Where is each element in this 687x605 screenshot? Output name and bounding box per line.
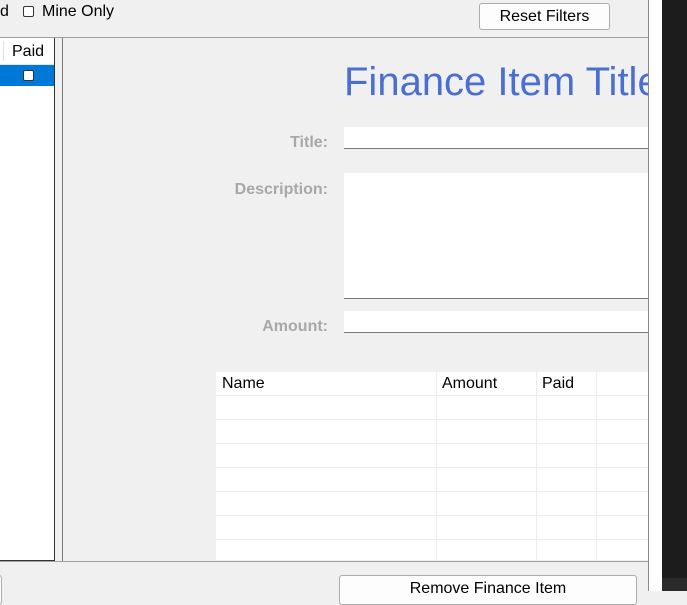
grid-col-divider bbox=[596, 372, 597, 560]
remove-finance-item-button[interactable]: Remove Finance Item bbox=[339, 575, 637, 605]
splitter-handle[interactable] bbox=[62, 38, 63, 561]
description-label: Description: bbox=[234, 181, 328, 198]
list-header: Paid bbox=[0, 38, 54, 65]
filter-label-partial: d bbox=[0, 3, 9, 20]
table-row[interactable] bbox=[216, 539, 648, 540]
finance-items-list[interactable]: Paid bbox=[0, 38, 54, 560]
window-border bbox=[648, 0, 649, 591]
payments-grid[interactable]: Name Amount Paid bbox=[216, 372, 648, 560]
list-header-divider bbox=[3, 41, 4, 61]
table-row[interactable] bbox=[216, 443, 648, 444]
grid-header-name[interactable]: Name bbox=[222, 375, 265, 393]
amount-label: Amount: bbox=[262, 318, 328, 335]
amount-input[interactable] bbox=[344, 311, 648, 333]
description-input[interactable] bbox=[344, 173, 648, 299]
reset-filters-button[interactable]: Reset Filters bbox=[479, 3, 610, 30]
grid-header-paid[interactable]: Paid bbox=[542, 375, 574, 393]
mine-only-label[interactable]: Mine Only bbox=[42, 3, 114, 21]
bottom-separator bbox=[0, 561, 648, 562]
table-row[interactable] bbox=[216, 515, 648, 516]
list-row-selected[interactable] bbox=[0, 65, 54, 86]
table-row[interactable] bbox=[216, 395, 648, 396]
finance-item-title-heading: Finance Item Title bbox=[344, 60, 648, 104]
title-label: Title: bbox=[290, 134, 328, 151]
list-row-paid-checkbox[interactable] bbox=[23, 70, 34, 81]
title-input[interactable] bbox=[344, 127, 648, 149]
table-row[interactable] bbox=[216, 467, 648, 468]
left-bottom-button-edge[interactable] bbox=[0, 575, 2, 605]
grid-header-amount[interactable]: Amount bbox=[442, 375, 497, 393]
window-right-edge bbox=[648, 0, 687, 591]
mine-only-checkbox[interactable] bbox=[23, 6, 34, 17]
desktop-background bbox=[662, 0, 687, 591]
grid-col-divider bbox=[536, 372, 537, 560]
list-header-paid[interactable]: Paid bbox=[12, 43, 44, 61]
list-border-right bbox=[54, 38, 55, 561]
grid-col-divider bbox=[436, 372, 437, 560]
top-separator bbox=[0, 37, 648, 38]
table-row[interactable] bbox=[216, 419, 648, 420]
desktop-background-bottom bbox=[662, 578, 687, 591]
table-row[interactable] bbox=[216, 491, 648, 492]
